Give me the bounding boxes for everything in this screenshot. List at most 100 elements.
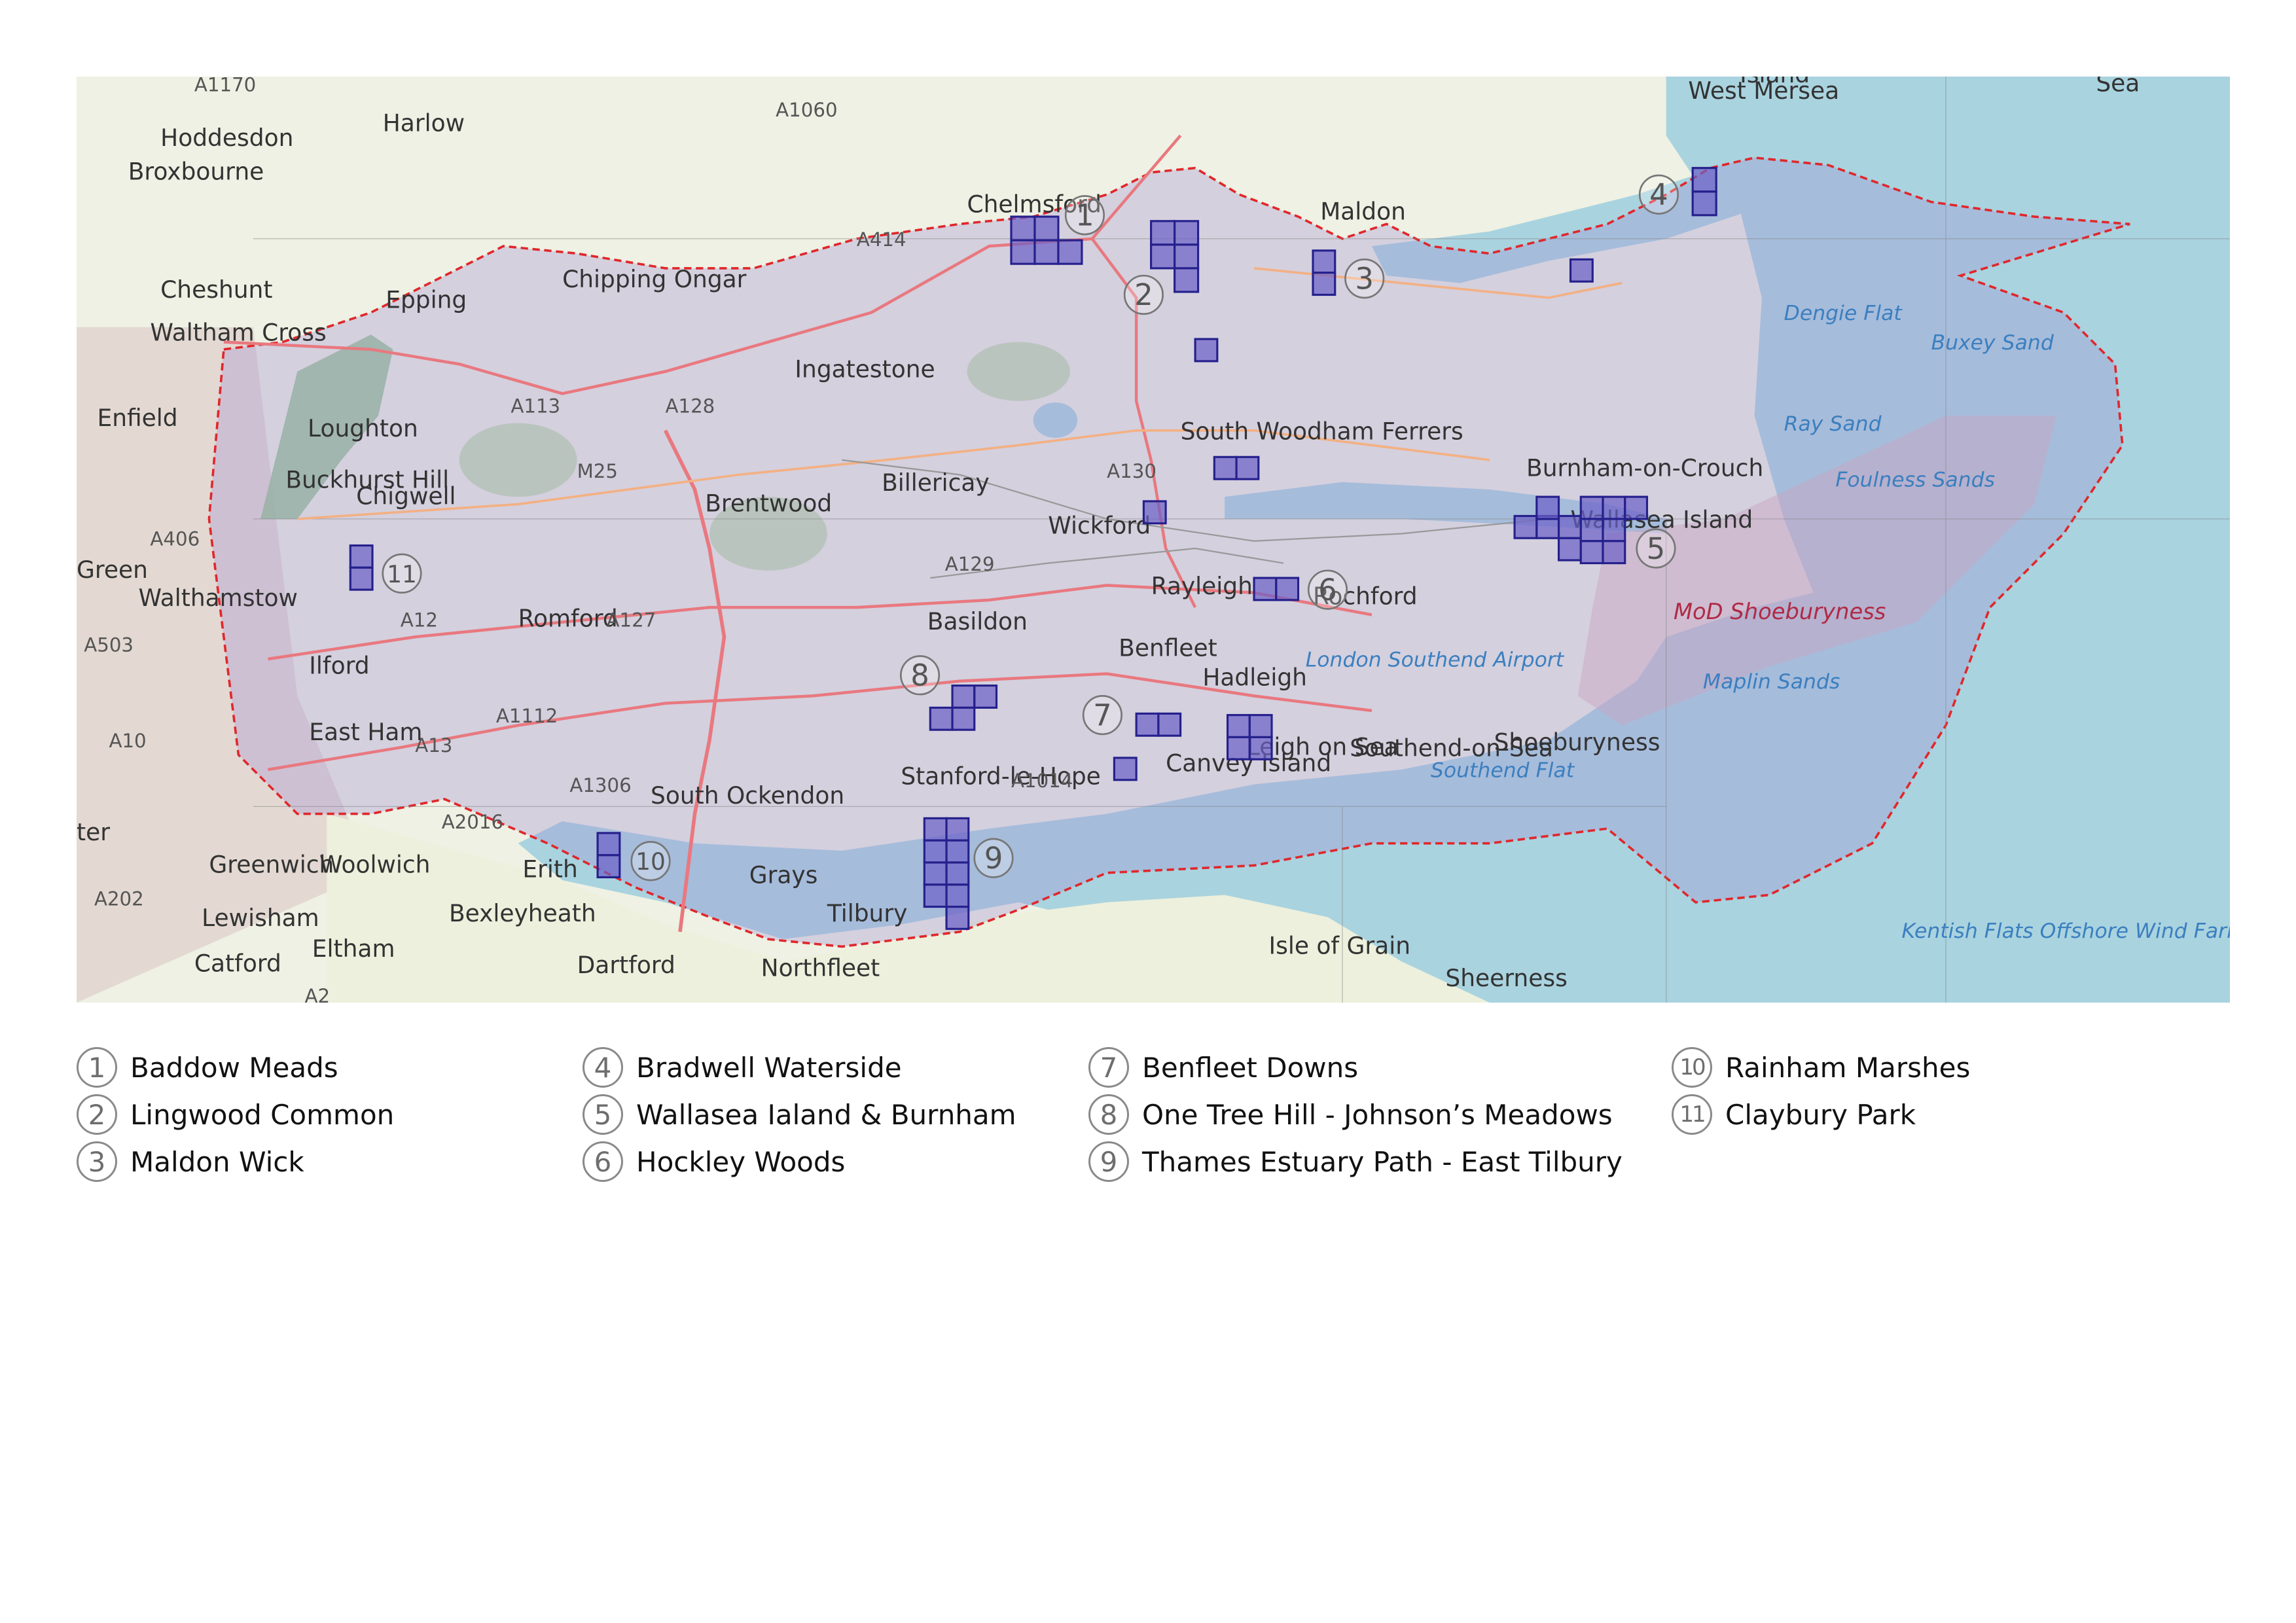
site-square	[1226, 714, 1251, 739]
site-square	[1248, 736, 1273, 760]
svg-text:5: 5	[1647, 531, 1666, 566]
place-label: Wickford	[1048, 512, 1151, 539]
legend-item: 1 Baddow Meads	[77, 1044, 394, 1091]
legend-item: 3 Maldon Wick	[77, 1138, 394, 1185]
legend-item: 6 Hockley Woods	[583, 1138, 1016, 1185]
place-label: Kentish Flats Offshore Wind Farm	[1902, 919, 2230, 943]
road-label: A13	[415, 734, 452, 757]
place-label: Isle of Grain	[1269, 933, 1410, 960]
road-label: A202	[94, 887, 144, 910]
place-label: Chigwell	[356, 483, 456, 510]
legend-label: Benfleet Downs	[1142, 1051, 1359, 1084]
site-square	[1513, 514, 1538, 539]
site-square	[1157, 712, 1182, 737]
site-square	[1235, 455, 1260, 480]
site-square	[1174, 267, 1200, 293]
site-marker-2: 2	[1123, 274, 1164, 315]
site-square	[951, 706, 976, 731]
site-marker-1: 1	[1064, 195, 1105, 236]
site-square	[1312, 272, 1336, 296]
legend-number: 5	[583, 1094, 623, 1135]
map[interactable]: Harlow Hoddesdon Broxbourne Cheshunt Wal…	[77, 77, 2230, 1003]
place-label: Ray Sand	[1784, 412, 1882, 436]
road-label: A10	[109, 730, 146, 752]
place-label: Basildon	[927, 609, 1028, 635]
site-square	[1174, 220, 1200, 246]
legend-number: 1	[77, 1047, 117, 1088]
road-label: A127	[607, 609, 656, 631]
site-square	[1557, 514, 1582, 539]
legend-column: 1 Baddow Meads 2 Lingwood Common 3 Maldon W…	[77, 1044, 394, 1185]
place-label: Walthamstow	[138, 585, 298, 612]
site-square	[1312, 249, 1336, 274]
svg-text:3: 3	[1355, 261, 1374, 296]
road-label: A12	[401, 609, 438, 631]
legend-label: Thames Estuary Path - East Tilbury	[1142, 1145, 1623, 1178]
place-label: Shoeburyness	[1494, 730, 1660, 757]
legend-column: 4 Bradwell Waterside 5 Wallasea Ialand & B…	[583, 1044, 1016, 1185]
legend-label: Bradwell Waterside	[636, 1051, 902, 1084]
place-label: Ilford	[309, 653, 369, 680]
place-label: Benfleet	[1119, 635, 1217, 662]
legend-item: 8 One Tree Hill - Johnson’s Meadows	[1088, 1091, 1623, 1138]
legend-item: 4 Bradwell Waterside	[583, 1044, 1016, 1091]
place-label: Enfield	[97, 405, 177, 432]
svg-text:1: 1	[1075, 198, 1094, 233]
place-label: Dartford	[577, 952, 675, 979]
road-label: A113	[511, 395, 560, 418]
site-square	[923, 883, 948, 908]
place-label: Broxbourne	[128, 159, 264, 186]
road-label: A1014	[1011, 770, 1073, 792]
road-label: A130	[1107, 460, 1157, 482]
road-label: A129	[945, 553, 995, 575]
svg-text:9: 9	[984, 841, 1003, 876]
legend-number: 2	[77, 1094, 117, 1135]
site-square	[1624, 495, 1649, 520]
place-label: Harlow	[383, 110, 465, 137]
legend-number: 10	[1672, 1047, 1712, 1088]
legend-label: Hockley Woods	[636, 1145, 846, 1178]
legend: 1 Baddow Meads 2 Lingwood Common 3 Maldon W…	[77, 1044, 2230, 1201]
legend-number: 4	[583, 1047, 623, 1088]
svg-text:11: 11	[387, 562, 417, 588]
site-square	[1579, 518, 1604, 543]
svg-text:8: 8	[910, 658, 929, 693]
site-square	[951, 684, 976, 709]
place-label: Northfleet	[761, 955, 880, 982]
place-label: Bexleyheath	[449, 901, 596, 927]
road-label: A503	[84, 634, 134, 656]
site-square	[973, 684, 998, 709]
legend-column: 7 Benfleet Downs 8 One Tree Hill - Johnson…	[1088, 1044, 1623, 1185]
site-square	[1142, 500, 1167, 525]
place-label: Billericay	[882, 470, 990, 497]
site-marker-6: 6	[1307, 569, 1348, 610]
site-square	[1691, 190, 1717, 217]
site-square	[1535, 495, 1560, 520]
site-square	[1113, 757, 1138, 781]
site-marker-5: 5	[1636, 528, 1676, 569]
road-label: A406	[150, 527, 200, 550]
site-square	[1033, 239, 1060, 265]
site-square	[1194, 338, 1219, 363]
site-square	[1213, 455, 1238, 480]
site-marker-7: 7	[1082, 694, 1122, 736]
place-label: Maplin Sands	[1703, 670, 1840, 694]
legend-item: 7 Benfleet Downs	[1088, 1044, 1623, 1091]
place-label: Catford	[194, 951, 281, 978]
site-square	[1150, 243, 1176, 270]
place-label: Tilbury	[827, 901, 908, 927]
legend-label: Lingwood Common	[130, 1098, 395, 1131]
site-square	[1135, 712, 1160, 737]
road-label: A1306	[569, 774, 631, 796]
road-label: A414	[857, 228, 906, 251]
legend-label: Claybury Park	[1725, 1098, 1916, 1131]
place-label: Ingatestone	[795, 357, 935, 383]
legend-number: 7	[1088, 1047, 1129, 1088]
site-square	[1557, 537, 1582, 562]
site-square	[1602, 518, 1626, 543]
site-square	[596, 854, 621, 879]
place-label: Romford	[518, 605, 618, 632]
road-label: A1170	[194, 77, 256, 96]
place-label: Burnham-on-Crouch	[1526, 455, 1763, 482]
site-square	[923, 839, 948, 864]
